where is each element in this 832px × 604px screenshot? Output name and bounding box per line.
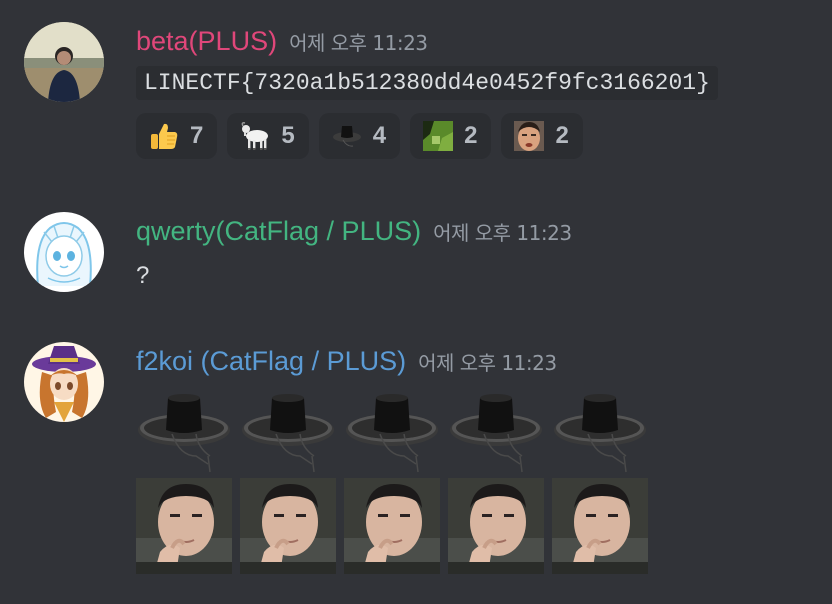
gat-hat-emoji <box>240 386 336 482</box>
username[interactable]: qwerty(CatFlag / PLUS) <box>136 216 421 246</box>
reaction-goat[interactable]: 5 <box>227 113 309 159</box>
reaction-black-hat[interactable]: 4 <box>318 113 401 159</box>
gat-hat-emoji <box>552 386 648 482</box>
reaction-count: 5 <box>281 122 295 149</box>
message-header: qwerty(CatFlag / PLUS) 어제 오후 11:23 <box>136 216 572 247</box>
reaction-count: 7 <box>190 122 204 149</box>
reaction-count: 2 <box>555 122 569 149</box>
gat-hat-emoji <box>448 386 544 482</box>
timestamp: 어제 오후 11:23 <box>289 31 428 55</box>
reaction-count: 4 <box>372 122 387 149</box>
message-header: beta(PLUS) 어제 오후 11:23 <box>136 26 428 57</box>
goat-icon <box>239 120 271 152</box>
gat-hat-emoji <box>344 386 440 482</box>
username[interactable]: f2koi (CatFlag / PLUS) <box>136 346 406 376</box>
emoji-row-hats <box>136 386 648 482</box>
timestamp: 어제 오후 11:23 <box>418 351 557 375</box>
message-header: f2koi (CatFlag / PLUS) 어제 오후 11:23 <box>136 346 557 377</box>
emoji-row-faces <box>136 478 648 574</box>
reaction-count: 2 <box>464 122 478 149</box>
timestamp: 어제 오후 11:23 <box>433 221 572 245</box>
reactions-bar: 7 5 4 2 2 <box>136 113 583 159</box>
message-text-content: ? <box>136 262 150 289</box>
avatar[interactable] <box>24 22 104 102</box>
avatar[interactable] <box>24 212 104 292</box>
reaction-thumbs-up[interactable]: 7 <box>136 113 218 159</box>
thinking-face-emoji <box>344 478 440 574</box>
thumbs-up-icon <box>148 120 180 152</box>
gat-hat-emoji <box>136 386 232 482</box>
reaction-green-image[interactable]: 2 <box>410 113 492 159</box>
thinking-face-emoji <box>136 478 232 574</box>
face-icon <box>513 120 545 152</box>
thinking-face-emoji <box>240 478 336 574</box>
chat-messages: beta(PLUS) 어제 오후 11:23 LINECTF{7320a1b512… <box>0 0 832 604</box>
black-hat-icon <box>331 120 363 152</box>
message-code-content: LINECTF{7320a1b512380dd4e0452f9fc3166201… <box>136 66 718 100</box>
thinking-face-emoji <box>552 478 648 574</box>
username[interactable]: beta(PLUS) <box>136 26 277 56</box>
avatar[interactable] <box>24 342 104 422</box>
green-image-icon <box>422 120 454 152</box>
thinking-face-emoji <box>448 478 544 574</box>
reaction-face[interactable]: 2 <box>501 113 583 159</box>
